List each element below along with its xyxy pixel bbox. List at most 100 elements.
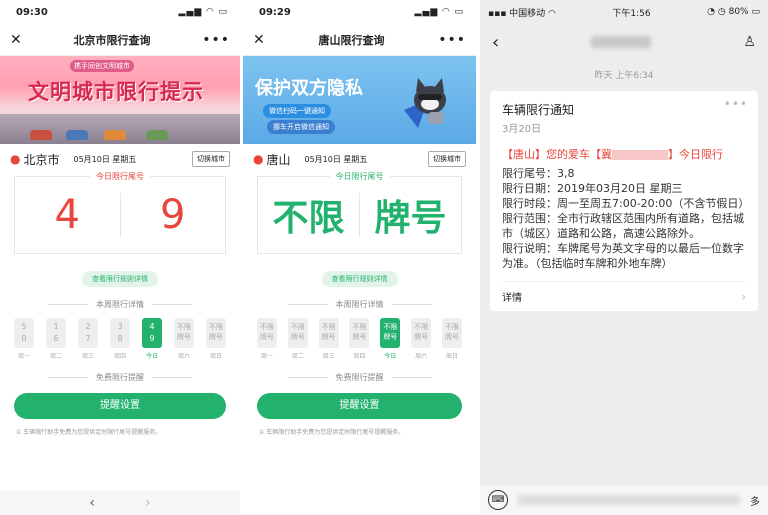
page-title: 北京市限行查询 — [73, 33, 151, 47]
title-bar: ✕ 北京市限行查询 ••• — [0, 24, 240, 56]
switch-city-button[interactable]: 切换城市 — [192, 151, 230, 167]
day-value: 4 9 — [142, 318, 162, 348]
remind-settings-button[interactable]: 提醒设置 — [14, 393, 226, 419]
day-value: 不限 牌号 — [206, 318, 226, 348]
day-value: 3 8 — [110, 318, 130, 348]
redacted-plate — [612, 150, 668, 160]
day-value: 不限 牌号 — [257, 318, 277, 348]
today-label: 今日限行尾号 — [329, 171, 390, 182]
city-name: 唐山 — [266, 152, 291, 167]
chat-nav: ‹ ♙ — [480, 24, 768, 60]
switch-city-button[interactable]: 切换城市 — [428, 151, 466, 167]
close-icon[interactable]: ✕ — [253, 32, 265, 48]
detail-row[interactable]: 详情 › — [502, 281, 746, 311]
back-arrow-icon[interactable]: ‹ — [89, 495, 95, 511]
detail-label: 详情 — [502, 293, 522, 304]
car-icon — [146, 130, 168, 140]
day-label: 今日 — [145, 353, 158, 360]
status-bar: 09:30 ▂▄▆ ◠ ▭ — [0, 0, 240, 24]
car-icon — [104, 130, 126, 140]
day-item: 不限 牌号 周日 — [441, 318, 462, 360]
card-title: 车辆限行通知 — [502, 103, 575, 117]
keyboard-icon[interactable]: ⌨ — [488, 490, 508, 510]
alert-text: 【唐山】您的爱车【冀 】今日限行 — [502, 147, 746, 162]
phone-beijing: 09:30 ▂▄▆ ◠ ▭ ✕ 北京市限行查询 ••• 携手同创文明城市 文明城… — [0, 0, 240, 515]
menu-more-text[interactable]: 多 — [750, 493, 760, 508]
week-grid: 不限 牌号 周一 不限 牌号 周二 不限 牌号 周三 不限 牌号 周四 不限 牌号 今日 … — [243, 318, 476, 360]
signal-wifi-battery-icon: ▂▄▆ ◠ ▭ — [178, 7, 228, 17]
day-label: 周四 — [113, 353, 126, 360]
week-section-title: 本周限行详情 — [0, 299, 240, 310]
rules-detail-link[interactable]: 查看限行规则详情 — [82, 271, 158, 287]
alert-prefix: 【唐山】您的爱车【冀 — [502, 148, 612, 161]
day-label: 周一 — [260, 353, 273, 360]
more-icon[interactable]: ••• — [202, 32, 230, 48]
alert-suffix: 】今日限行 — [668, 148, 723, 161]
week-section-title: 本周限行详情 — [243, 299, 476, 310]
title-bar: ✕ 唐山限行查询 ••• — [243, 24, 476, 56]
restriction-text: 不限 — [272, 198, 345, 239]
banner-title: 保护双方隐私 — [255, 78, 363, 99]
carrier-name: 中国移动 — [509, 8, 546, 19]
day-item: 1 6 周二 — [46, 318, 66, 360]
day-value: 不限 牌号 — [318, 318, 339, 348]
day-label: 周六 — [177, 353, 190, 360]
banner-tag: 携手同创文明城市 — [70, 60, 134, 72]
chat-input-bar: ⌨ 多 — [480, 485, 768, 515]
status-time: 09:30 — [16, 6, 48, 18]
remind-settings-button[interactable]: 提醒设置 — [257, 393, 462, 419]
carrier-text: ▪▪▪ 中国移动 ◠ — [488, 8, 556, 19]
day-item: 不限 牌号 周三 — [318, 318, 339, 360]
day-label: 周二 — [49, 353, 62, 360]
day-value: 2 7 — [78, 318, 98, 348]
day-item: 5 0 周一 — [14, 318, 34, 360]
notification-card[interactable]: ••• 车辆限行通知 3月20日 【唐山】您的爱车【冀 】今日限行 限行尾号：3,… — [490, 91, 758, 311]
page-title: 唐山限行查询 — [318, 33, 385, 47]
battery-area: ◔ ◷ 80% ▭ — [707, 7, 760, 17]
more-icon[interactable]: ••• — [724, 97, 748, 111]
banner-subtitle: 微信扫码一键通知 — [263, 104, 331, 118]
forward-arrow-icon[interactable]: › — [145, 495, 151, 511]
date-text: 05月10日 星期五 — [73, 154, 137, 164]
banner[interactable]: 保护双方隐私 微信扫码一键通知 挪车开启微信通知 — [243, 56, 476, 144]
redacted-chat-name — [591, 36, 652, 48]
city-row: ● 唐山 05月10日 星期五 切换城市 — [243, 144, 476, 174]
day-item: 不限 牌号 周一 — [257, 318, 277, 360]
blurred-menu — [518, 495, 740, 505]
day-label: 周二 — [291, 353, 304, 360]
banner-title: 文明城市限行提示 — [28, 80, 204, 104]
status-time: 09:29 — [259, 6, 291, 18]
day-item-today: 4 9 今日 — [142, 318, 162, 360]
date-text: 05月10日 星期五 — [304, 154, 368, 164]
day-label: 今日 — [384, 353, 397, 360]
day-value: 1 6 — [46, 318, 66, 348]
user-profile-icon[interactable]: ♙ — [743, 34, 756, 50]
day-value: 不限 牌号 — [411, 318, 432, 348]
day-item: 不限 牌号 周六 — [174, 318, 194, 360]
battery-percent: 80% — [728, 7, 749, 17]
card-body: 限行尾号：3,8 限行日期：2019年03月20日 星期三 限行时段：周一至周五… — [502, 166, 750, 271]
day-value: 不限 牌号 — [349, 318, 370, 348]
banner[interactable]: 携手同创文明城市 文明城市限行提示 — [0, 56, 240, 144]
more-icon[interactable]: ••• — [438, 32, 466, 48]
today-restriction-box: 今日限行尾号 4 9 — [14, 171, 226, 254]
day-value: 不限 牌号 — [380, 318, 401, 348]
day-label: 周日 — [445, 353, 458, 360]
day-label: 周一 — [17, 353, 30, 360]
car-icon — [66, 130, 88, 140]
day-value: 不限 牌号 — [287, 318, 308, 348]
day-label: 周六 — [415, 353, 428, 360]
rules-detail-link[interactable]: 查看限行规则详情 — [321, 271, 398, 287]
location-pin-icon: ● — [10, 152, 21, 166]
today-restriction-box: 今日限行尾号 不限 牌号 — [257, 171, 462, 254]
city-skyline-illustration — [0, 114, 240, 144]
city-name: 北京市 — [23, 152, 60, 167]
body-line: 限行时段：周一至周五7:00-20:00（不含节假日） — [502, 197, 750, 210]
body-line: 限行说明：车牌尾号为英文字母的以最后一位数字为准。（包括临时车牌和外地车牌） — [502, 242, 744, 270]
close-icon[interactable]: ✕ — [10, 32, 22, 48]
city-row: ● 北京市 05月10日 星期五 切换城市 — [0, 144, 240, 174]
day-value: 5 0 — [14, 318, 34, 348]
back-icon[interactable]: ‹ — [492, 32, 499, 53]
car-icon — [30, 130, 52, 140]
status-bar: ▪▪▪ 中国移动 ◠ 下午1:56 ◔ ◷ 80% ▭ — [480, 0, 768, 24]
